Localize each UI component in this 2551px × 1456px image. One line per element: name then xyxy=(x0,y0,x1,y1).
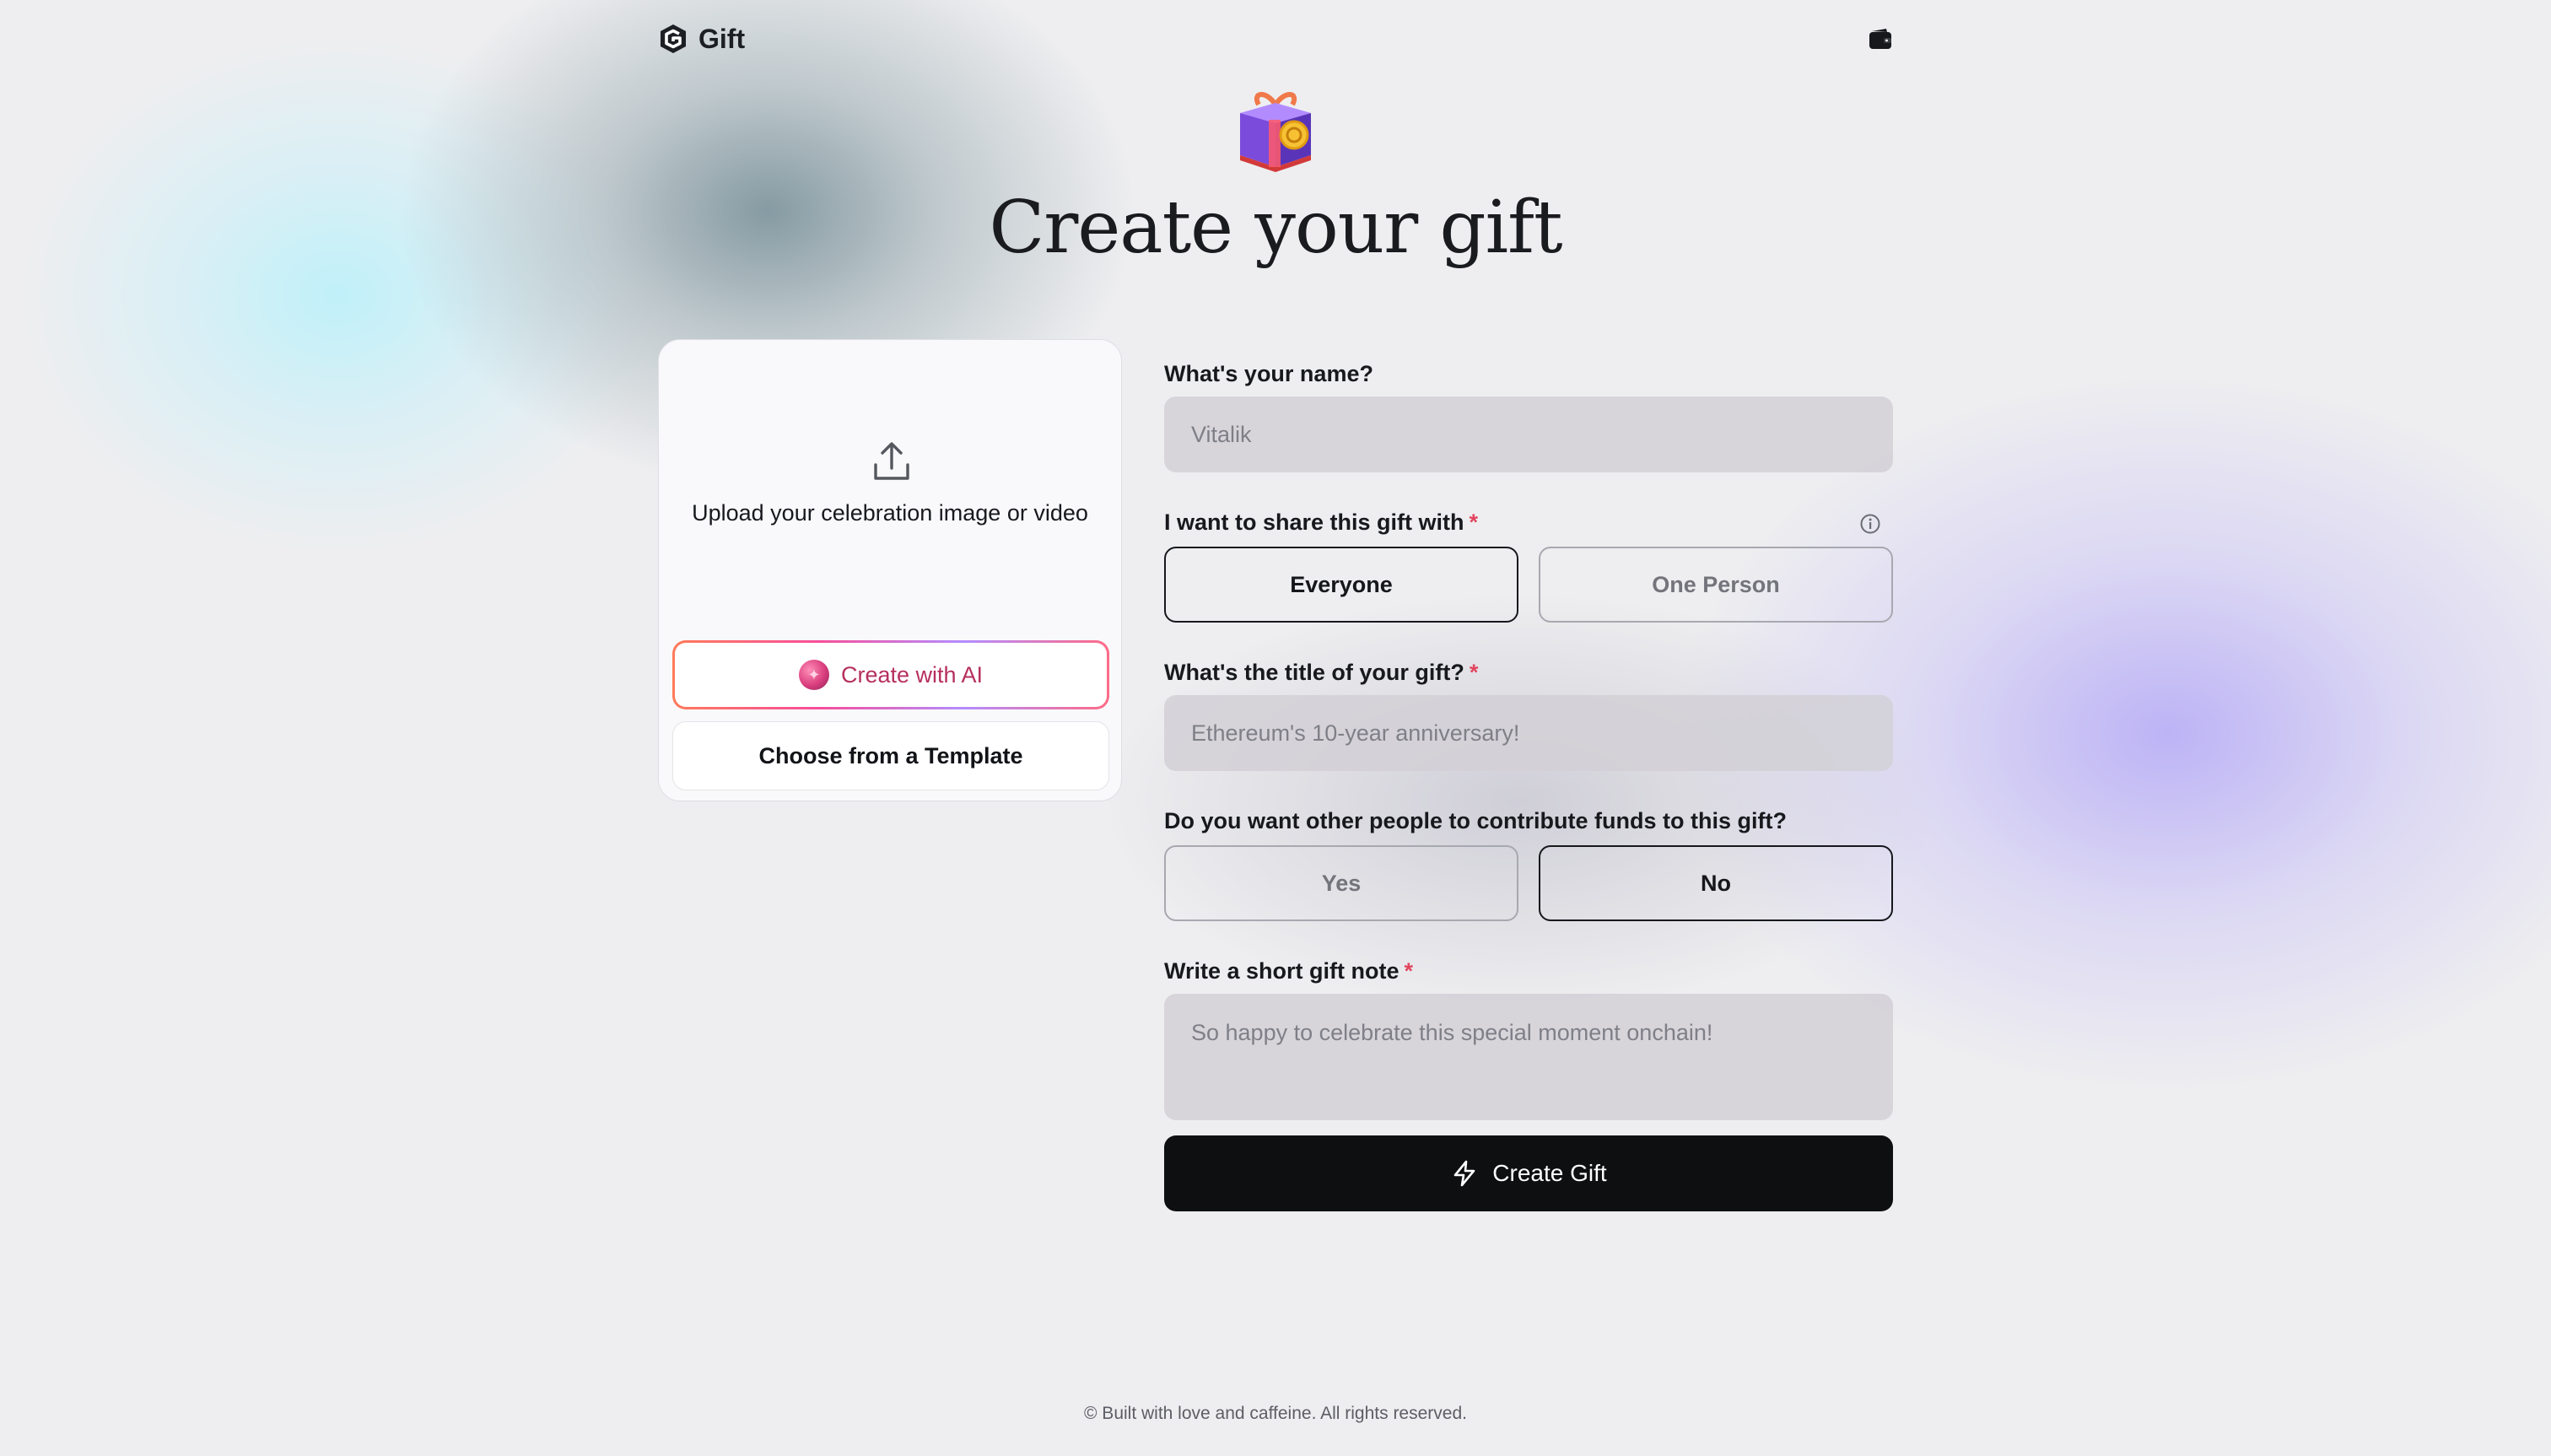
upload-label: Upload your celebration image or video xyxy=(692,500,1088,526)
note-label: Write a short gift note * xyxy=(1164,958,1414,984)
share-everyone-button[interactable]: Everyone xyxy=(1164,547,1518,623)
gift-box-icon xyxy=(1240,92,1311,172)
info-icon[interactable] xyxy=(1859,513,1881,535)
gift-logo-icon xyxy=(661,24,686,53)
share-one-person-button[interactable]: One Person xyxy=(1539,547,1893,623)
media-card: Upload your celebration image or video ✦… xyxy=(658,339,1122,801)
contribute-yes-button[interactable]: Yes xyxy=(1164,845,1518,921)
upload-icon xyxy=(874,442,909,480)
contribute-no-button[interactable]: No xyxy=(1539,845,1893,921)
create-gift-label: Create Gift xyxy=(1492,1160,1607,1186)
choose-template-label: Choose from a Template xyxy=(758,742,1023,768)
title-label: What's the title of your gift? * xyxy=(1164,660,1479,685)
app-name: Gift xyxy=(698,23,746,54)
gift-title-input[interactable] xyxy=(1164,695,1893,771)
upload-dropzone[interactable]: Upload your celebration image or video xyxy=(659,340,1121,627)
create-with-ai-label: Create with AI xyxy=(840,661,984,688)
name-input[interactable] xyxy=(1164,396,1893,472)
name-label: What's your name? xyxy=(1164,361,1373,386)
contribute-label: Do you want other people to contribute f… xyxy=(1164,808,1787,833)
page-title: Create your gift xyxy=(989,186,1562,270)
background-glow-shade xyxy=(1097,590,1940,1012)
required-mark: * xyxy=(1469,510,1479,535)
choose-template-button[interactable]: Choose from a Template xyxy=(672,721,1109,790)
lightning-icon xyxy=(1453,1160,1475,1187)
background-glow-cyan xyxy=(17,34,658,557)
wallet-icon[interactable] xyxy=(1868,27,1893,51)
share-label: I want to share this gift with * xyxy=(1164,510,1479,535)
app-logo[interactable]: Gift xyxy=(656,22,745,56)
footer-text: © Built with love and caffeine. All righ… xyxy=(1084,1404,1467,1423)
required-mark: * xyxy=(1404,958,1414,984)
required-mark: * xyxy=(1469,660,1479,685)
gift-note-textarea[interactable] xyxy=(1164,994,1893,1120)
create-with-ai-button[interactable]: ✦ Create with AI xyxy=(672,640,1109,709)
create-gift-button[interactable]: Create Gift xyxy=(1164,1135,1893,1211)
ai-sparkle-icon: ✦ xyxy=(798,660,829,690)
